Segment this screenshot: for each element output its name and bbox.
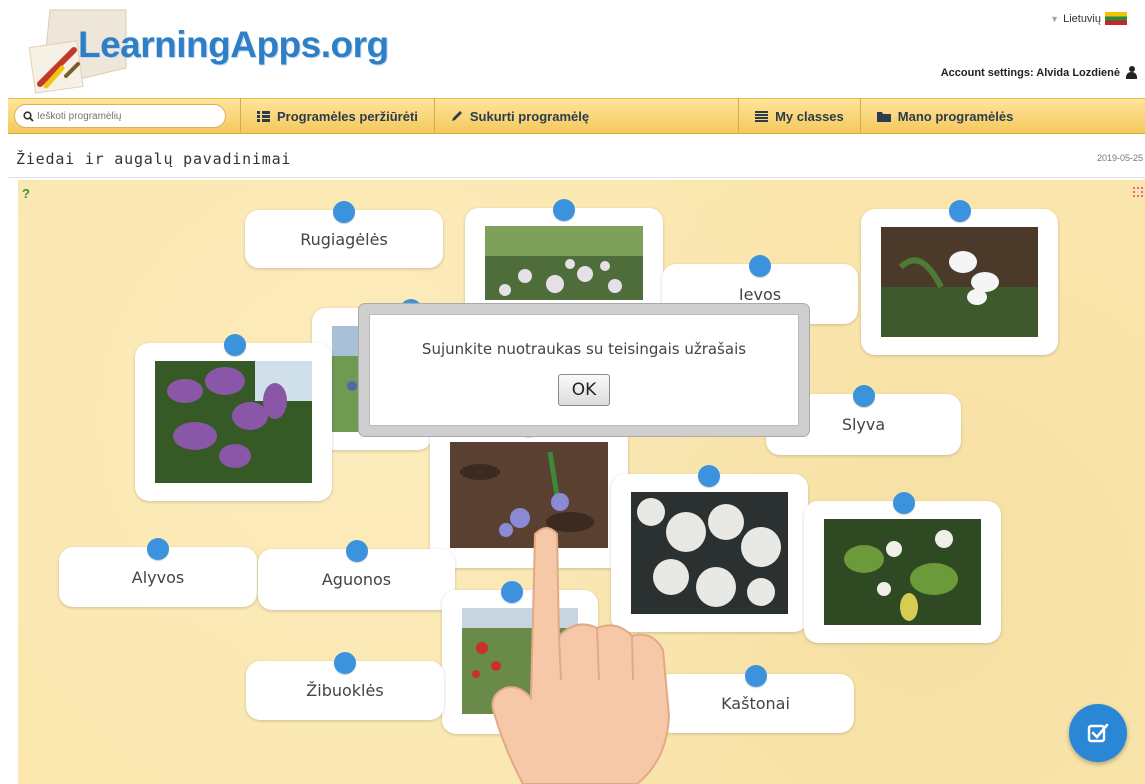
logo[interactable]: LearningApps.org: [78, 24, 389, 66]
connector-dot[interactable]: [948, 200, 971, 222]
lithuania-flag-icon: [1105, 12, 1127, 25]
flower-photo: [155, 361, 312, 483]
connector-dot[interactable]: [852, 385, 875, 407]
label-card-zibuokles[interactable]: Žibuoklės: [246, 652, 444, 720]
language-label: Lietuvių: [1063, 12, 1101, 25]
label-text: Ievos: [738, 284, 782, 304]
nav-my-apps-label: Mano programėlės: [897, 108, 1014, 124]
instruction-dialog: Sujunkite nuotraukas su teisingais užraš…: [358, 303, 810, 437]
page-date: 2019-05-25: [1096, 153, 1143, 163]
label-card-aguonos[interactable]: Aguonos: [258, 540, 455, 610]
dialog-message: Sujunkite nuotraukas su teisingais užraš…: [421, 340, 747, 358]
page-title: Žiedai ir augalų pavadinimai: [16, 150, 292, 168]
pencil-icon: [451, 111, 462, 121]
nav-browse-label: Programėles peržiūrėti: [277, 108, 418, 124]
connector-dot[interactable]: [147, 538, 169, 560]
label-card-alyvos[interactable]: Alyvos: [59, 538, 257, 607]
nav-my-apps[interactable]: Mano programėlės: [859, 98, 1030, 134]
photo-card[interactable]: [465, 199, 663, 318]
flower-photo: [824, 519, 981, 625]
ok-button[interactable]: OK: [558, 374, 610, 406]
label-text: Žibuoklės: [306, 681, 384, 700]
connector-dot[interactable]: [345, 540, 368, 562]
nav-browse-apps[interactable]: Programėles peržiūrėti: [240, 98, 434, 134]
connector-dot[interactable]: [333, 201, 355, 223]
grid-icon: [257, 110, 270, 122]
photo-card[interactable]: [861, 200, 1058, 355]
hand-pointer-icon: [491, 527, 671, 784]
connector-dot[interactable]: [893, 492, 915, 514]
user-icon: [1126, 66, 1137, 79]
divider: [8, 177, 1145, 178]
connector-dot[interactable]: [749, 255, 771, 277]
label-text: Kaštonai: [721, 694, 790, 713]
connector-dot[interactable]: [698, 465, 720, 487]
label-card-rugiageles[interactable]: Rugiagėlės: [245, 201, 443, 268]
label-text: Aguonos: [321, 570, 392, 589]
flower-photo: [485, 226, 643, 300]
search-input[interactable]: [37, 110, 217, 122]
search-icon: [23, 110, 34, 122]
connector-dot[interactable]: [553, 199, 575, 221]
account-settings-link[interactable]: Account settings: Alvida Lozdienė: [941, 66, 1137, 79]
dropdown-arrow-icon: ▼: [1050, 13, 1060, 24]
nav-my-classes[interactable]: My classes: [738, 98, 860, 134]
flower-photo: [881, 227, 1038, 337]
label-text: Alyvos: [131, 567, 185, 587]
account-label: Account settings: Alvida Lozdienė: [940, 66, 1120, 79]
help-icon[interactable]: ?: [22, 186, 38, 202]
search-box[interactable]: [14, 104, 226, 128]
dialog-body: Sujunkite nuotraukas su teisingais užraš…: [369, 314, 799, 426]
label-text: Rugiagėlės: [300, 229, 388, 249]
photo-card[interactable]: [804, 492, 1001, 643]
nav-create-app[interactable]: Sukurti programėlę: [433, 98, 605, 134]
folder-icon: [876, 111, 891, 122]
photo-card[interactable]: [135, 334, 332, 501]
label-card-kastonai[interactable]: Kaštonai: [657, 665, 854, 733]
nav-classes-label: My classes: [775, 108, 844, 124]
classes-icon: [755, 110, 769, 122]
check-icon: [1087, 723, 1109, 743]
main-nav: Programėles peržiūrėti Sukurti programėl…: [8, 98, 1145, 134]
connector-dot[interactable]: [334, 652, 356, 674]
language-selector[interactable]: ▼ Lietuvių: [1050, 12, 1127, 25]
fullscreen-icon[interactable]: [1133, 187, 1143, 197]
connector-dot[interactable]: [224, 334, 246, 356]
label-text: Slyva: [841, 415, 886, 434]
nav-create-label: Sukurti programėlę: [469, 108, 590, 124]
connector-dot[interactable]: [744, 665, 767, 687]
check-answers-button[interactable]: [1069, 704, 1127, 762]
